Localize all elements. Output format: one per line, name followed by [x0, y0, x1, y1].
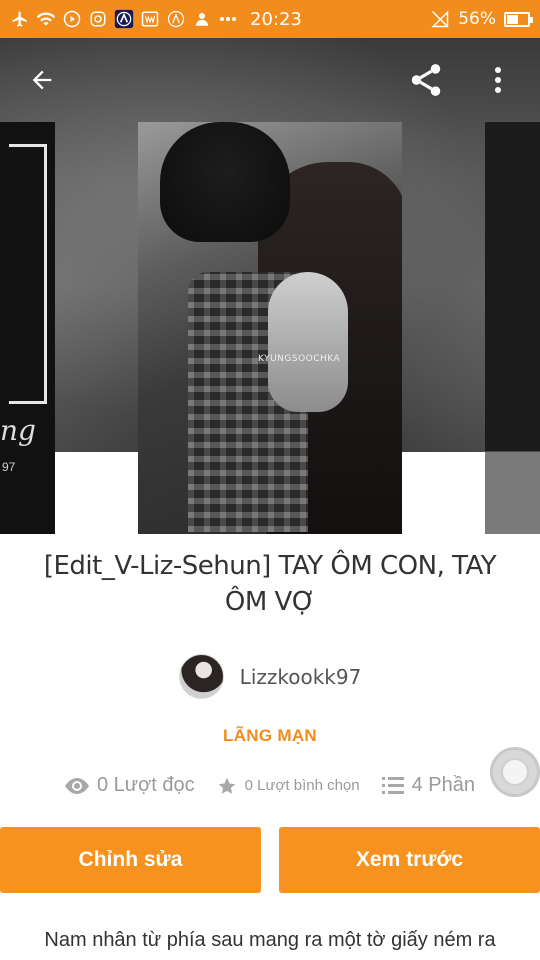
no-signal-icon [430, 9, 450, 29]
parts-count: 4 Phần [411, 774, 476, 796]
back-button[interactable] [20, 58, 64, 102]
story-stats: 0 Lượt đọc 0 Lượt bình chọn 4 Phần [0, 774, 540, 797]
genre-label[interactable]: LÃNG MẠN [0, 726, 540, 746]
story-description: Nam nhân từ phía sau mang ra một tờ giấy… [44, 929, 496, 951]
battery-icon [504, 11, 533, 27]
wifi-icon [36, 9, 56, 29]
app-a-icon [114, 9, 134, 29]
votes-count: 0 Lượt bình chọn [244, 777, 360, 794]
previous-story-cover[interactable]: 97 ng [0, 122, 55, 534]
floating-button-inner [501, 758, 529, 786]
app-bar [0, 38, 540, 122]
battery-level [507, 14, 519, 24]
author-avatar[interactable] [178, 654, 224, 699]
more-notifications-icon [218, 9, 238, 29]
author-row[interactable]: Lizzkookk97 [0, 654, 540, 699]
more-options-button[interactable] [476, 58, 520, 102]
share-icon [411, 64, 441, 96]
status-bar: 20:23 56% [0, 0, 540, 38]
cover-art-head [160, 122, 290, 242]
story-cover[interactable]: KYUNGSOOCHKA [138, 122, 402, 534]
eye-icon [64, 777, 89, 794]
status-time: 20:23 [250, 8, 302, 30]
status-icons [10, 9, 238, 29]
cover-art-arm [268, 272, 348, 412]
youtube-icon [62, 9, 82, 29]
person-icon [192, 9, 212, 29]
app-circle-a-icon [166, 9, 186, 29]
status-right: 56% [430, 9, 533, 29]
more-vertical-icon [495, 67, 501, 93]
cover-frame [9, 144, 47, 404]
reads-stat: 0 Lượt đọc [64, 774, 195, 797]
votes-stat: 0 Lượt bình chọn [217, 776, 360, 796]
share-button[interactable] [404, 58, 448, 102]
battery-percent: 56% [458, 9, 496, 29]
airplane-icon [10, 9, 30, 29]
cover-left-number: 97 [2, 460, 16, 474]
instagram-icon [88, 9, 108, 29]
arrow-left-icon [32, 70, 52, 90]
author-name[interactable]: Lizzkookk97 [240, 665, 362, 689]
star-icon [218, 777, 235, 794]
story-title: [Edit_V-Liz-Sehun] TAY ÔM CON, TAY ÔM VỢ [43, 551, 497, 617]
next-story-cover[interactable] [485, 122, 540, 534]
edit-button[interactable]: Chỉnh sửa [0, 827, 261, 893]
reads-count: 0 Lượt đọc [96, 774, 195, 796]
floating-assistive-button[interactable] [490, 747, 540, 797]
list-icon [381, 776, 404, 794]
app-w-icon [140, 9, 160, 29]
preview-button[interactable]: Xem trước [279, 827, 540, 893]
cover-left-text: ng [0, 414, 36, 447]
story-details-screen: 20:23 56% 97 ng KYUNGSOOCHKA [Edit_V-Liz… [0, 0, 540, 960]
cover-watermark: KYUNGSOOCHKA [258, 354, 341, 364]
parts-stat[interactable]: 4 Phần [381, 774, 476, 797]
